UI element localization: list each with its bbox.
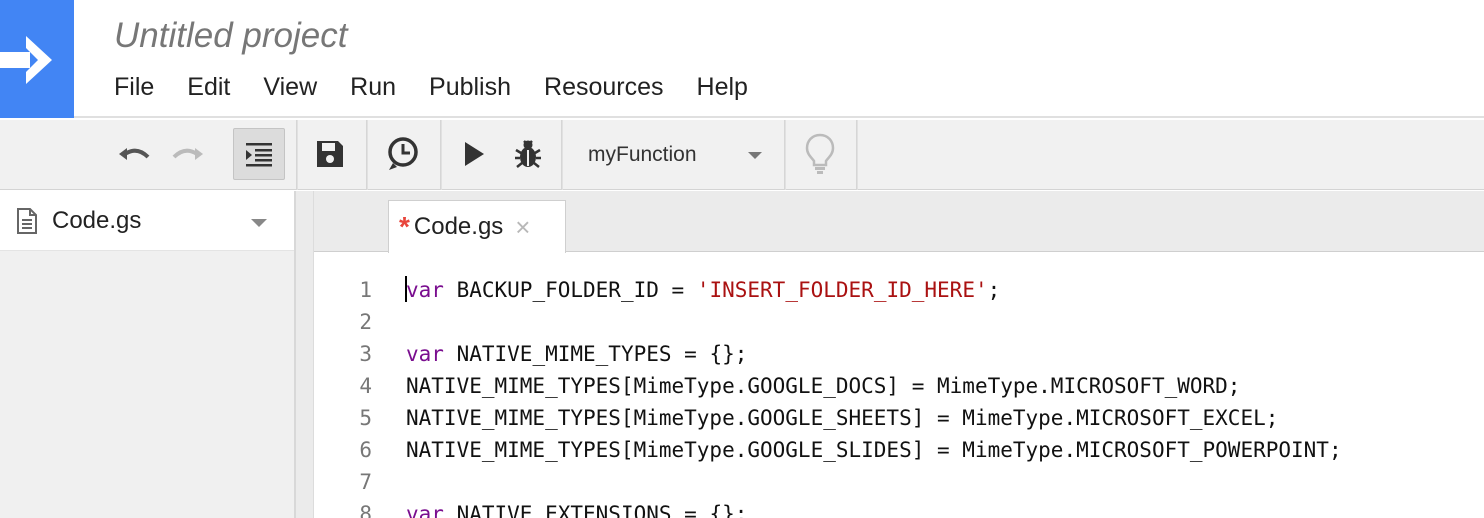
- toolbar: myFunction: [0, 120, 1484, 190]
- code-line[interactable]: 6 NATIVE_MIME_TYPES[MimeType.GOOGLE_SLIDE…: [314, 434, 1484, 466]
- project-title[interactable]: Untitled project: [114, 16, 347, 56]
- code-token: BACKUP_FOLDER_ID =: [443, 278, 697, 302]
- code-text: var NATIVE_MIME_TYPES = {};: [406, 338, 747, 370]
- line-number: 1: [359, 278, 372, 302]
- menu-publish[interactable]: Publish: [429, 72, 511, 106]
- string-token: 'INSERT_FOLDER_ID_HERE': [696, 278, 988, 302]
- modified-indicator: *: [399, 211, 410, 242]
- code-token: ;: [987, 278, 1001, 302]
- tab-code-gs[interactable]: * Code.gs ×: [388, 200, 566, 253]
- save-button[interactable]: [306, 128, 354, 180]
- keyword-token: var: [406, 278, 444, 302]
- redo-icon: [172, 148, 203, 160]
- triggers-button[interactable]: [378, 128, 428, 180]
- code-text: var NATIVE_EXTENSIONS = {};: [406, 498, 747, 518]
- code-line[interactable]: 4 NATIVE_MIME_TYPES[MimeType.GOOGLE_DOCS]…: [314, 370, 1484, 402]
- code-line[interactable]: 5 NATIVE_MIME_TYPES[MimeType.GOOGLE_SHEET…: [314, 402, 1484, 434]
- code-line[interactable]: 3 var NATIVE_MIME_TYPES = {};: [314, 338, 1484, 370]
- tab-label: Code.gs: [413, 213, 504, 240]
- undo-button[interactable]: [112, 128, 156, 180]
- debug-button[interactable]: [506, 128, 550, 180]
- file-sidebar: Code.gs: [0, 191, 296, 518]
- code-text: NATIVE_MIME_TYPES[MimeType.GOOGLE_DOCS] …: [406, 370, 1240, 402]
- menu-file[interactable]: File: [114, 72, 154, 106]
- lightbulb-icon: [805, 133, 835, 174]
- line-number: 5: [359, 406, 372, 430]
- menu-run[interactable]: Run: [350, 72, 396, 106]
- lightbulb-button[interactable]: [796, 128, 844, 180]
- text-cursor: [405, 276, 407, 302]
- line-number: 6: [359, 438, 372, 462]
- indent-button[interactable]: [233, 128, 285, 180]
- function-select[interactable]: myFunction: [562, 120, 784, 190]
- line-number: 2: [359, 310, 372, 334]
- code-line[interactable]: 1 var BACKUP_FOLDER_ID = 'INSERT_FOLDER_I…: [314, 274, 1484, 306]
- chevron-down-icon: [748, 152, 762, 159]
- menu-bar: File Edit View Run Publish Resources Hel…: [114, 72, 781, 106]
- triggers-clock-icon: [388, 137, 418, 170]
- sidebar-file-name: Code.gs: [52, 206, 142, 234]
- code-token: NATIVE_MIME_TYPES[MimeType.GOOGLE_DOCS] …: [406, 374, 1241, 398]
- code-token: NATIVE_EXTENSIONS = {};: [443, 502, 748, 518]
- document-icon: [17, 207, 37, 234]
- code-line[interactable]: 7: [314, 466, 1484, 498]
- debug-bug-icon: [515, 140, 541, 168]
- run-button[interactable]: [452, 128, 496, 180]
- sidebar-splitter[interactable]: [296, 191, 314, 518]
- code-editor[interactable]: 1 var BACKUP_FOLDER_ID = 'INSERT_FOLDER_I…: [314, 253, 1484, 518]
- line-number: 4: [359, 374, 372, 398]
- keyword-token: var: [406, 502, 444, 518]
- line-number: 7: [359, 470, 372, 494]
- undo-icon: [119, 148, 150, 160]
- tab-bar: * Code.gs ×: [314, 191, 1484, 253]
- close-icon[interactable]: ×: [515, 214, 530, 240]
- sidebar-file-code-gs[interactable]: Code.gs: [0, 191, 294, 251]
- menu-help[interactable]: Help: [697, 72, 748, 106]
- arrow-right-icon: [0, 36, 52, 84]
- menu-view[interactable]: View: [263, 72, 317, 106]
- menu-resources[interactable]: Resources: [544, 72, 664, 106]
- redo-button[interactable]: [166, 128, 210, 180]
- code-line[interactable]: 2: [314, 306, 1484, 338]
- indent-icon: [246, 143, 272, 167]
- code-text: NATIVE_MIME_TYPES[MimeType.GOOGLE_SHEETS…: [406, 402, 1278, 434]
- code-text: NATIVE_MIME_TYPES[MimeType.GOOGLE_SLIDES…: [406, 434, 1342, 466]
- code-token: NATIVE_MIME_TYPES[MimeType.GOOGLE_SHEETS…: [406, 406, 1279, 430]
- code-line[interactable]: 8 var NATIVE_EXTENSIONS = {};: [314, 498, 1484, 518]
- line-number: 3: [359, 342, 372, 366]
- header: Untitled project File Edit View Run Publ…: [0, 0, 1484, 118]
- code-token: NATIVE_MIME_TYPES[MimeType.GOOGLE_SLIDES…: [406, 438, 1342, 462]
- line-number: 8: [359, 502, 372, 518]
- run-play-icon: [465, 142, 484, 166]
- apps-script-logo[interactable]: [0, 0, 74, 118]
- menu-edit[interactable]: Edit: [187, 72, 230, 106]
- code-token: NATIVE_MIME_TYPES = {};: [443, 342, 748, 366]
- code-text: var BACKUP_FOLDER_ID = 'INSERT_FOLDER_ID…: [406, 274, 1000, 306]
- keyword-token: var: [406, 342, 444, 366]
- function-select-value: myFunction: [588, 143, 697, 166]
- save-icon: [317, 141, 343, 167]
- chevron-down-icon[interactable]: [251, 219, 267, 227]
